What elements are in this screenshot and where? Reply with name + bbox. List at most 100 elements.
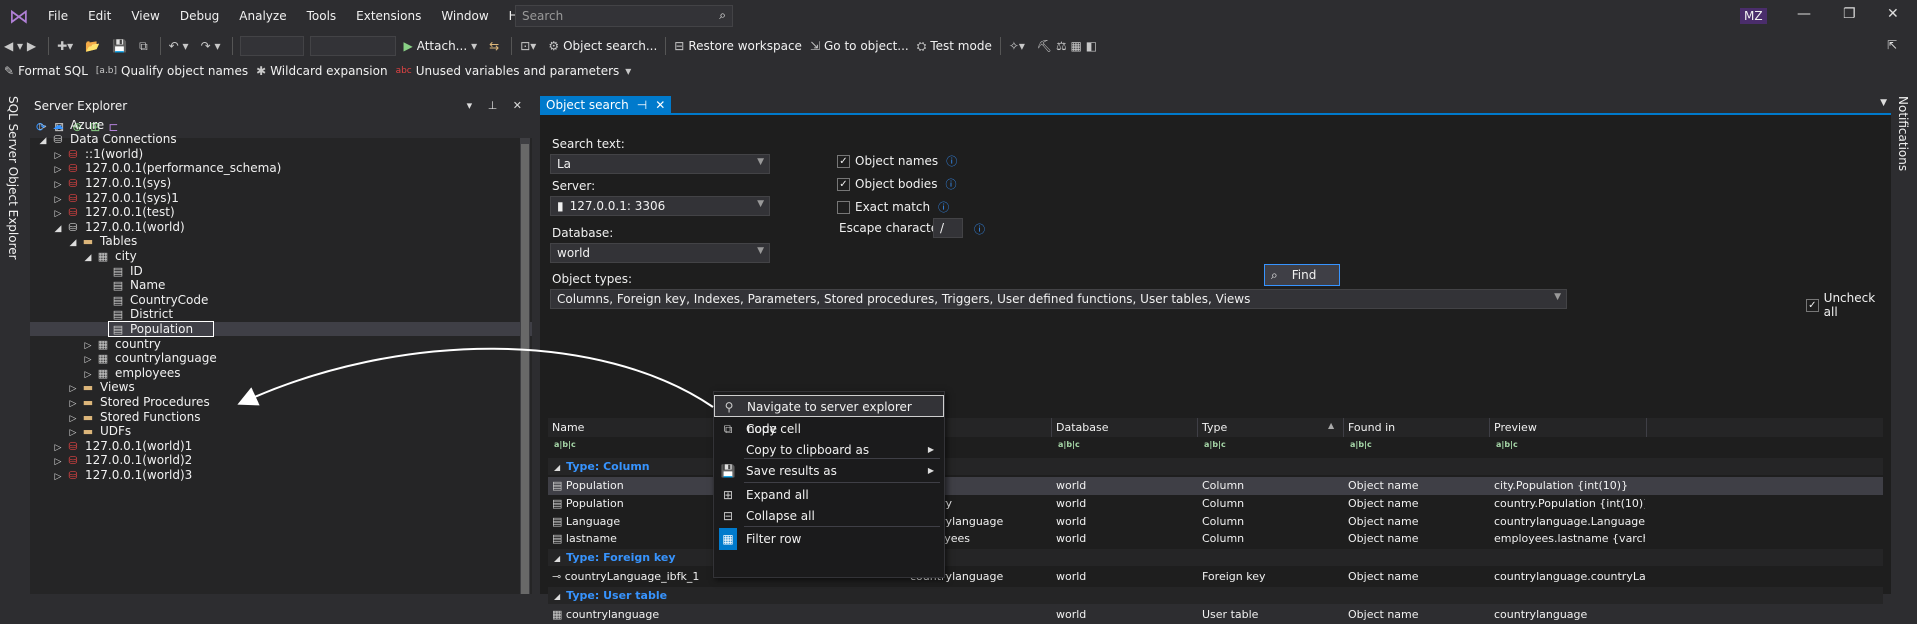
tree-node[interactable]: ▷ ▬ Views <box>30 380 532 395</box>
tree-node[interactable]: ▤ Population <box>30 321 532 337</box>
menu-item-analyze[interactable]: Analyze <box>229 0 296 32</box>
collapsed-chevron-icon[interactable]: ▷ <box>51 470 65 485</box>
info-icon[interactable]: ⓘ <box>945 176 956 192</box>
pin-icon[interactable]: ⊣ <box>637 96 647 115</box>
group-collapse-icon[interactable]: ◢ <box>554 463 560 472</box>
column-header-database[interactable]: Database <box>1052 418 1198 437</box>
server-combo[interactable]: ▮ 127.0.0.1: 3306 ▼ <box>550 196 770 216</box>
tree-node[interactable]: ▷ ⛁ 127.0.0.1(world)2 <box>30 453 532 468</box>
menu-item-debug[interactable]: Debug <box>170 0 229 32</box>
find-button[interactable]: ⌕ Find <box>1264 264 1340 286</box>
filter-cell-icon[interactable]: a|b|c <box>1198 440 1226 449</box>
search-text-combo[interactable]: La ▼ <box>550 154 770 174</box>
server-explorer-scrollbar[interactable] <box>520 138 530 594</box>
object-bodies-checkbox[interactable]: ✓ Object bodies ⓘ <box>837 176 956 192</box>
test-mode-button[interactable]: ⛭ Test mode <box>913 35 996 57</box>
open-file-icon[interactable]: 📂 <box>81 35 108 57</box>
tree-node[interactable]: ▤ ID <box>30 264 532 279</box>
tree-node[interactable]: ▷ ⛁ 127.0.0.1(world)3 <box>30 468 532 483</box>
group-collapse-icon[interactable]: ◢ <box>554 554 560 563</box>
group-header[interactable]: ◢ Type: User table <box>548 587 1883 604</box>
save-all-icon[interactable]: ⧉ <box>135 35 156 57</box>
user-avatar[interactable]: MZ <box>1740 8 1767 24</box>
filter-cell-icon[interactable]: a|b|c <box>1344 440 1372 449</box>
context-menu-item-save-results-as[interactable]: 💾 Save results as ▶ <box>714 460 944 482</box>
tree-node[interactable]: ▤ Name <box>30 278 532 293</box>
restore-icon[interactable]: ❐ <box>1843 6 1856 22</box>
tree-node[interactable]: ◢ ⛁ Data Connections <box>30 132 532 147</box>
configuration-combo[interactable] <box>240 36 305 56</box>
info-icon[interactable]: ⓘ <box>946 153 957 169</box>
tree-node[interactable]: ▷ ⛁ 127.0.0.1(sys) <box>30 176 532 191</box>
wand-icon[interactable]: ✧▾ <box>1005 35 1033 57</box>
object-names-checkbox[interactable]: ✓ Object names ⓘ <box>837 153 957 169</box>
tools-icons[interactable]: ⛏ ⚖ ▦ ◧ <box>1033 35 1105 57</box>
info-icon[interactable]: ⓘ <box>974 221 985 237</box>
tree-node[interactable]: ▷ ⛁ 127.0.0.1(performance_schema) <box>30 161 532 176</box>
column-header-preview[interactable]: Preview <box>1490 418 1647 437</box>
info-icon[interactable]: ⓘ <box>938 199 949 215</box>
format-sql-button[interactable]: ✎ Format SQL <box>0 60 92 82</box>
minimize-icon[interactable]: — <box>1797 6 1811 22</box>
menu-item-extensions[interactable]: Extensions <box>346 0 431 32</box>
context-menu-item-copy-cell[interactable]: ⧉ Copy cell <box>714 418 944 440</box>
tab-dropdown-icon[interactable]: ▼ <box>1880 98 1887 108</box>
tab-object-search[interactable]: Object search ⊣ ✕ <box>540 96 672 115</box>
table-row[interactable]: ▦ countrylanguage world User table Object n… <box>548 606 1883 624</box>
filter-cell-icon[interactable]: a|b|c <box>1490 440 1518 449</box>
tree-node[interactable]: ▷ ⛁ 127.0.0.1(test) <box>30 205 532 220</box>
database-combo[interactable]: world ▼ <box>550 243 770 263</box>
column-header-type[interactable]: Type <box>1198 418 1344 437</box>
unused-vars-button[interactable]: abc Unused variables and parameters ▾ <box>392 60 640 82</box>
uncheck-all-checkbox[interactable]: ✓ Uncheck all <box>1806 291 1891 319</box>
menu-item-file[interactable]: File <box>38 0 78 32</box>
context-menu-item-navigate-to-server-explorer-node[interactable]: ⚲ Navigate to server explorer node <box>714 395 944 436</box>
tree-node[interactable]: ▤ CountryCode <box>30 293 532 308</box>
tree-node[interactable]: ◢ ▦ city <box>30 249 532 264</box>
tree-node[interactable]: ▤ District <box>30 307 532 322</box>
screenshot-icon[interactable]: ⊡▾ <box>516 35 544 57</box>
group-collapse-icon[interactable]: ◢ <box>554 592 560 601</box>
tree-node[interactable]: ▷ ▦ employees <box>30 366 532 381</box>
menu-item-tools[interactable]: Tools <box>297 0 347 32</box>
exact-match-checkbox[interactable]: Exact match ⓘ <box>837 199 949 215</box>
tree-node[interactable]: ◢ ▬ Tables <box>30 234 532 249</box>
undo-icon[interactable]: ↶ ▾ <box>165 35 197 57</box>
platform-combo[interactable] <box>310 36 397 56</box>
panel-pin-close-icon[interactable]: ▾ ⊥ ✕ <box>467 99 528 112</box>
menu-item-edit[interactable]: Edit <box>78 0 121 32</box>
context-menu-item-expand-all[interactable]: ⊞ Expand all <box>714 484 944 506</box>
new-project-icon[interactable]: ✚▾ <box>53 35 81 57</box>
global-search-input[interactable]: Search ⌕ <box>515 5 733 27</box>
tree-node[interactable]: ▷ ☁ Azure <box>30 118 532 133</box>
folder-sync-icon[interactable]: ⇆ <box>485 35 507 57</box>
qualify-names-button[interactable]: [a.b] Qualify object names <box>92 60 252 82</box>
menu-item-view[interactable]: View <box>121 0 169 32</box>
tree-node[interactable]: ◢ ⛁ 127.0.0.1(world) <box>30 220 532 235</box>
tree-node[interactable]: ▷ ▬ Stored Functions <box>30 410 532 425</box>
filter-cell-icon[interactable]: a|b|c <box>548 440 576 449</box>
close-icon[interactable]: ✕ <box>1887 6 1899 22</box>
save-icon[interactable]: 💾 <box>108 35 135 57</box>
object-search-button[interactable]: ⚙ Object search... <box>544 35 661 57</box>
pin-toolbar-icon[interactable]: ⇱ <box>1887 38 1897 52</box>
tree-node[interactable]: ▷ ▬ UDFs <box>30 424 532 439</box>
object-types-combo[interactable]: Columns, Foreign key, Indexes, Parameter… <box>550 289 1567 309</box>
redo-icon[interactable]: ↷ ▾ <box>197 35 229 57</box>
tree-node[interactable]: ▷ ▦ country <box>30 337 532 352</box>
tree-node[interactable]: ▷ ⛁::1(world) <box>30 147 532 162</box>
escape-character-input[interactable]: / <box>933 218 963 238</box>
go-to-object-button[interactable]: ⇲ Go to object... <box>806 35 913 57</box>
sql-server-object-explorer-tab[interactable]: SQL Server Object Explorer <box>6 96 20 260</box>
notifications-tab[interactable]: Notifications <box>1896 96 1910 171</box>
column-header-found-in[interactable]: Found in <box>1344 418 1490 437</box>
tree-node[interactable]: ▷ ⛁ 127.0.0.1(world)1 <box>30 439 532 454</box>
filter-cell-icon[interactable]: a|b|c <box>1052 440 1080 449</box>
restore-workspace-button[interactable]: ⊟ Restore workspace <box>670 35 806 57</box>
context-menu-item-filter-row[interactable]: ▦ Filter row <box>714 528 944 550</box>
context-menu-item-collapse-all[interactable]: ⊟ Collapse all <box>714 505 944 527</box>
menu-item-window[interactable]: Window <box>431 0 498 32</box>
attach-button[interactable]: ▶ Attach... ▾ <box>399 35 485 57</box>
wildcard-button[interactable]: ✱ Wildcard expansion <box>252 60 391 82</box>
close-tab-icon[interactable]: ✕ <box>655 96 665 115</box>
